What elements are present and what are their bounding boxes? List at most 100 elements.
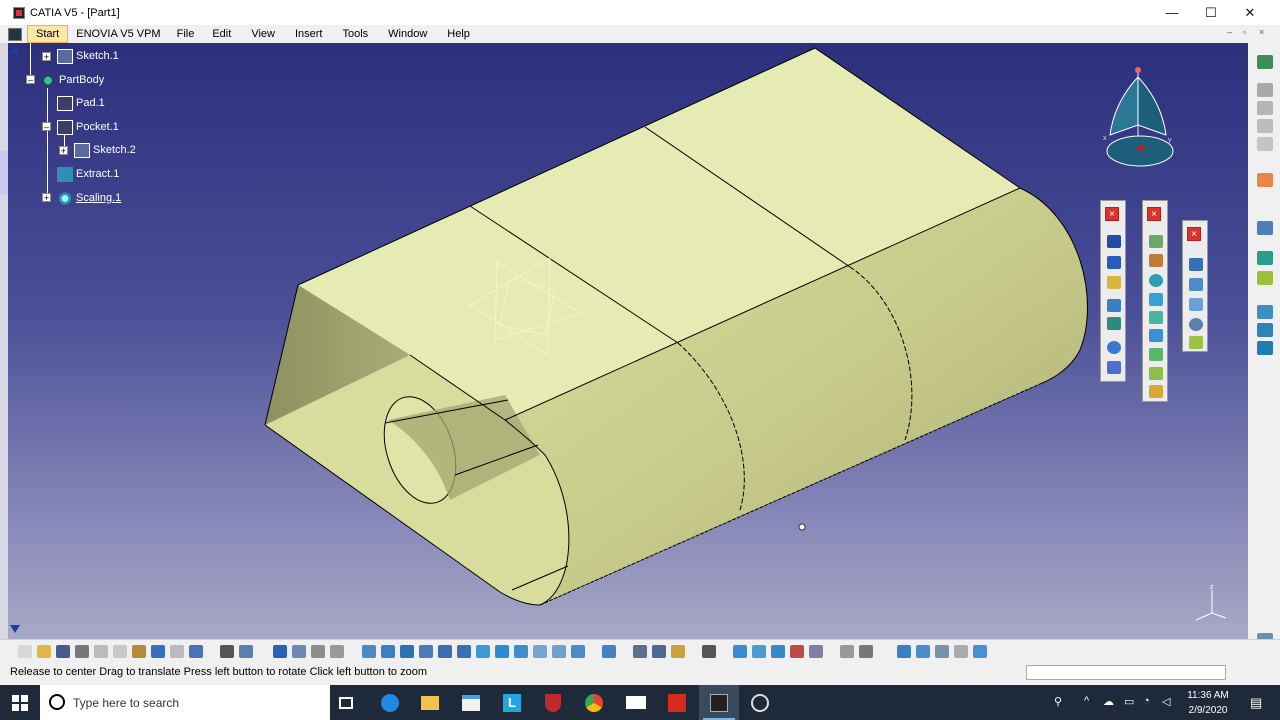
knowledge-icon[interactable] bbox=[292, 645, 306, 658]
offset-icon[interactable] bbox=[1149, 311, 1163, 324]
tree-node-partbody[interactable]: PartBody bbox=[40, 71, 104, 89]
grid-icon[interactable] bbox=[840, 645, 854, 658]
catia-taskbar-icon[interactable] bbox=[699, 685, 739, 720]
tools-palette-icon[interactable] bbox=[809, 645, 823, 658]
cut-icon[interactable] bbox=[94, 645, 108, 658]
tree-node-pad1[interactable]: Pad.1 bbox=[57, 94, 105, 112]
mcafee-icon[interactable] bbox=[533, 685, 573, 720]
pan-icon[interactable] bbox=[400, 645, 414, 658]
task-view-icon[interactable] bbox=[326, 685, 366, 720]
normal-view-icon[interactable] bbox=[476, 645, 490, 658]
sweep-icon[interactable] bbox=[1149, 329, 1163, 342]
geometrical-set-icon[interactable] bbox=[1257, 137, 1273, 151]
scroll-down-arrow-icon[interactable] bbox=[10, 625, 20, 633]
paste-icon[interactable] bbox=[132, 645, 146, 658]
whats-this-icon[interactable] bbox=[189, 645, 203, 658]
acrobat-icon[interactable] bbox=[657, 685, 697, 720]
lync-icon[interactable]: L bbox=[492, 685, 532, 720]
pad-tool-icon[interactable] bbox=[1257, 251, 1273, 265]
shaft-tool-icon[interactable] bbox=[1257, 305, 1273, 319]
grid-snap-icon[interactable] bbox=[897, 645, 911, 658]
visualization-icon[interactable] bbox=[954, 645, 968, 658]
update-icon[interactable] bbox=[602, 645, 616, 658]
store-icon[interactable] bbox=[451, 685, 491, 720]
join-icon[interactable] bbox=[1189, 258, 1203, 271]
groove-tool-icon[interactable] bbox=[1257, 323, 1273, 337]
settings-icon[interactable] bbox=[740, 685, 780, 720]
cut-plane-icon[interactable] bbox=[935, 645, 949, 658]
open-icon[interactable] bbox=[37, 645, 51, 658]
battery-icon[interactable]: ▭ bbox=[1124, 695, 1134, 708]
zoom-out-icon[interactable] bbox=[457, 645, 471, 658]
fit-all-icon[interactable] bbox=[381, 645, 395, 658]
collapse-pocket1-toggle[interactable]: – bbox=[42, 122, 51, 132]
select-icon[interactable] bbox=[1257, 173, 1273, 187]
expand-scaling1-toggle[interactable]: + bbox=[42, 193, 51, 203]
palette-close-button[interactable]: × bbox=[1105, 207, 1119, 221]
save-icon[interactable] bbox=[56, 645, 70, 658]
tray-expand-icon[interactable]: ^ bbox=[1084, 695, 1089, 707]
point-icon[interactable] bbox=[1107, 235, 1121, 248]
iso-view-icon[interactable] bbox=[514, 645, 528, 658]
file-explorer-icon[interactable] bbox=[410, 685, 450, 720]
document-system-menu-icon[interactable] bbox=[8, 27, 22, 41]
sphere-icon[interactable] bbox=[1149, 274, 1163, 287]
catalog-browser-icon[interactable] bbox=[771, 645, 785, 658]
tree-node-scaling1[interactable]: Scaling.1 bbox=[57, 189, 121, 207]
close-button[interactable]: ✕ bbox=[1230, 0, 1270, 25]
sketch-solving-icon[interactable] bbox=[973, 645, 987, 658]
tree-node-sketch1[interactable]: Sketch.1 bbox=[57, 47, 119, 65]
hide-show-icon[interactable] bbox=[552, 645, 566, 658]
extract-tool-icon[interactable] bbox=[1189, 298, 1203, 311]
quick-view-icon[interactable] bbox=[495, 645, 509, 658]
revolve-icon[interactable] bbox=[1149, 254, 1163, 267]
constraint-icon[interactable] bbox=[633, 645, 647, 658]
action-center-icon[interactable]: ▤ bbox=[1250, 695, 1262, 711]
palette-close-button[interactable]: × bbox=[1187, 227, 1201, 241]
tree-node-pocket1[interactable]: Pocket.1 bbox=[57, 118, 119, 136]
tree-node-extract1[interactable]: Extract.1 bbox=[57, 165, 119, 183]
analysis-icon[interactable] bbox=[311, 645, 325, 658]
menu-insert[interactable]: Insert bbox=[285, 25, 333, 43]
axis-system-icon[interactable] bbox=[652, 645, 666, 658]
lock-icon[interactable] bbox=[671, 645, 685, 658]
maximize-button[interactable]: ☐ bbox=[1191, 0, 1231, 25]
catalog-icon[interactable] bbox=[273, 645, 287, 658]
taskbar-search-box[interactable]: Type here to search bbox=[40, 685, 330, 720]
sketcher-icon[interactable] bbox=[1257, 83, 1273, 97]
redo-icon[interactable] bbox=[170, 645, 184, 658]
scroll-up-arrow-icon[interactable] bbox=[10, 46, 20, 54]
undo-icon[interactable] bbox=[151, 645, 165, 658]
fly-mode-icon[interactable] bbox=[362, 645, 376, 658]
tree-node-sketch2[interactable]: Sketch.2 bbox=[74, 141, 136, 159]
apply-material-icon[interactable] bbox=[733, 645, 747, 658]
compass-toggle-icon[interactable] bbox=[859, 645, 873, 658]
fill-icon[interactable] bbox=[1149, 348, 1163, 361]
render-icon[interactable] bbox=[752, 645, 766, 658]
volume-icon[interactable]: ◁ bbox=[1162, 695, 1170, 708]
extrude-icon[interactable] bbox=[1149, 235, 1163, 248]
projection-icon[interactable] bbox=[1107, 299, 1121, 312]
plane-icon[interactable] bbox=[1107, 276, 1121, 289]
pocket-tool-icon[interactable] bbox=[1257, 271, 1273, 285]
doc-minimize-button[interactable]: – bbox=[1227, 27, 1232, 37]
copy-icon[interactable] bbox=[113, 645, 127, 658]
spline-icon[interactable] bbox=[1107, 361, 1121, 374]
circle-icon[interactable] bbox=[1107, 341, 1121, 354]
windows-start-button[interactable] bbox=[0, 685, 40, 720]
compass-widget[interactable]: x y bbox=[1098, 63, 1188, 173]
minimize-button[interactable]: — bbox=[1152, 0, 1192, 25]
snapshot-icon[interactable] bbox=[702, 645, 716, 658]
doc-close-button[interactable]: × bbox=[1259, 27, 1264, 37]
tree-scrollbar[interactable] bbox=[8, 43, 22, 639]
onedrive-icon[interactable]: ☁ bbox=[1103, 695, 1114, 708]
cylinder-icon[interactable] bbox=[1149, 293, 1163, 306]
measure-icon[interactable] bbox=[330, 645, 344, 658]
sketch-tool-icon[interactable] bbox=[1257, 221, 1273, 235]
expand-sketch1-toggle[interactable]: + bbox=[42, 52, 51, 62]
rotate-icon[interactable] bbox=[419, 645, 433, 658]
workbench-icon[interactable] bbox=[1257, 55, 1273, 69]
mail-icon[interactable] bbox=[616, 685, 656, 720]
formula-icon[interactable] bbox=[220, 645, 234, 658]
network-icon[interactable]: ◔ bbox=[1143, 695, 1150, 707]
